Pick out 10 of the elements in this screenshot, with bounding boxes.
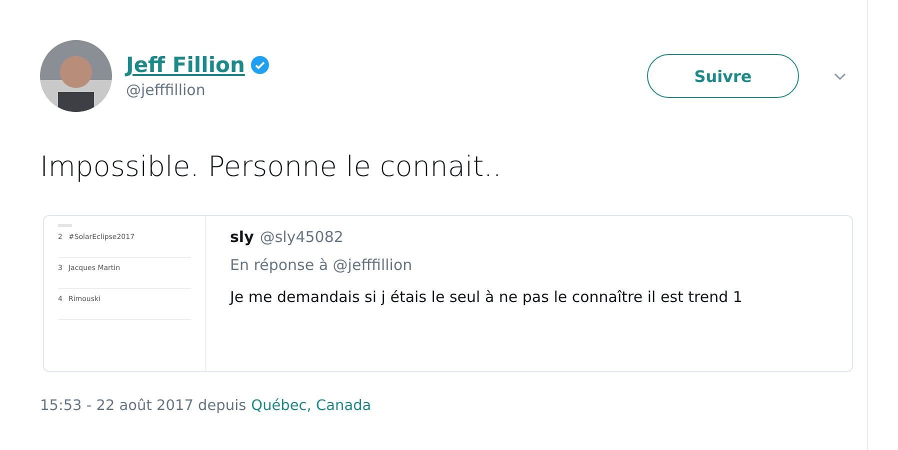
follow-button[interactable]: Suivre bbox=[647, 54, 799, 98]
timestamp: 15:53 - 22 août 2017 depuis bbox=[40, 398, 246, 414]
reply-to-text: En réponse à @jefffillion bbox=[230, 256, 414, 274]
tweet-text: Impossible. Personne le connait.. bbox=[40, 150, 503, 183]
quoted-author-handle: @sly45082 bbox=[260, 228, 344, 246]
location-link[interactable]: Québec, Canada bbox=[251, 398, 372, 414]
author-name[interactable]: Jeff Fillion bbox=[126, 53, 245, 77]
quoted-author-name: sly bbox=[230, 228, 254, 246]
author-handle: @jefffillion bbox=[126, 81, 206, 99]
quoted-tweet-text: Je me demandais si j étais le seul à ne pas le connaître il est trend 1 bbox=[230, 288, 742, 306]
